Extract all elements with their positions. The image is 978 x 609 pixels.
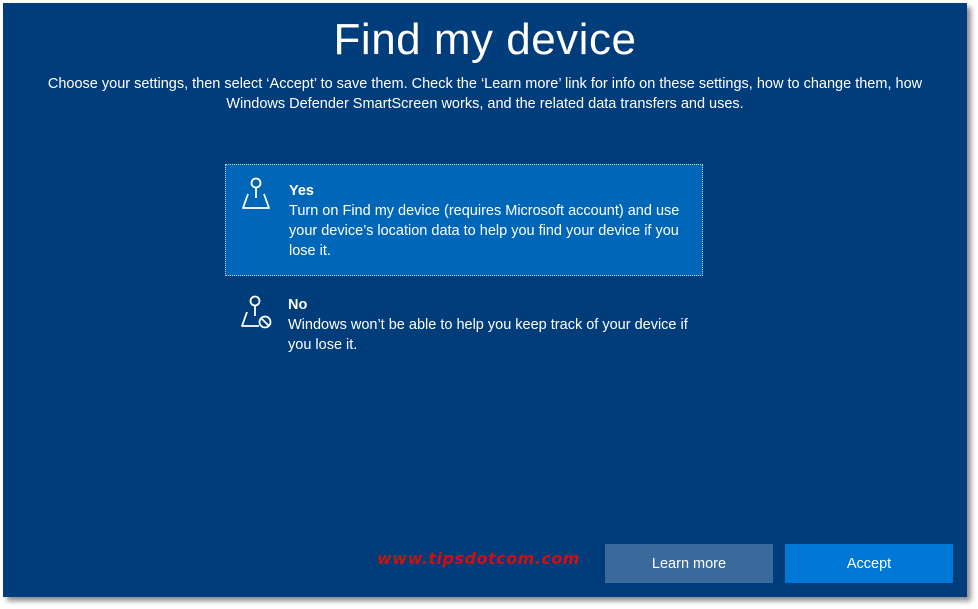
option-no-heading: No xyxy=(288,297,308,313)
watermark-text: www.tipsdotcom.com xyxy=(377,549,580,568)
option-yes[interactable]: Yes Turn on Find my device (requires Mic… xyxy=(225,164,703,276)
option-yes-text: Yes Turn on Find my device (requires Mic… xyxy=(289,181,689,261)
page-title: Find my device xyxy=(333,15,637,64)
option-no[interactable]: No Windows won’t be able to help you kee… xyxy=(225,283,703,363)
option-no-description: Windows won’t be able to help you keep t… xyxy=(288,317,688,353)
learn-more-button[interactable]: Learn more xyxy=(605,544,773,583)
option-yes-heading: Yes xyxy=(289,183,314,199)
setup-window: Find my device Choose your settings, the… xyxy=(3,3,967,597)
accept-button[interactable]: Accept xyxy=(785,544,953,583)
map-pin-blocked-icon xyxy=(241,295,272,329)
option-yes-description: Turn on Find my device (requires Microso… xyxy=(289,203,680,259)
option-no-text: No Windows won’t be able to help you kee… xyxy=(288,295,688,355)
map-pin-icon xyxy=(242,177,270,209)
intro-paragraph: Choose your settings, then select ‘Accep… xyxy=(47,76,923,112)
intro-text: Choose your settings, then select ‘Accep… xyxy=(3,74,967,114)
